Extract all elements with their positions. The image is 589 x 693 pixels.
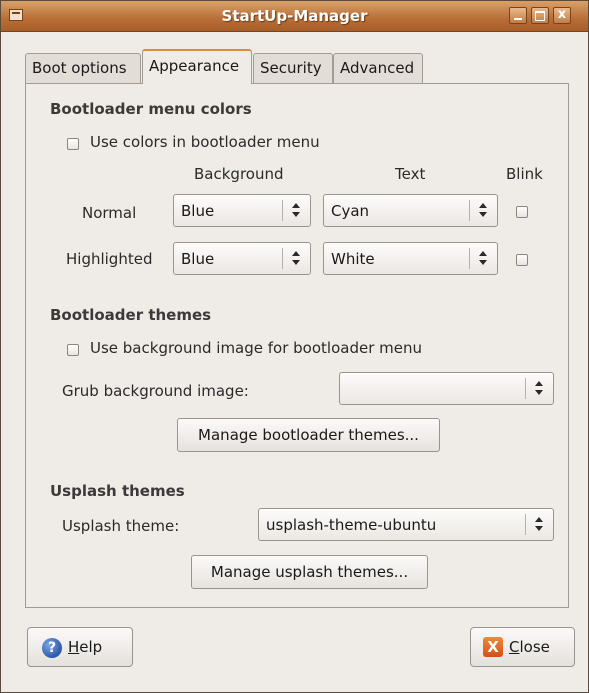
normal-text-combo[interactable]: Cyan (323, 194, 498, 227)
normal-background-value: Blue (181, 202, 215, 220)
startup-manager-window: StartUp-Manager x Boot options Appearanc… (0, 0, 589, 693)
minimize-button[interactable] (509, 7, 527, 24)
combo-arrows-icon (534, 515, 544, 535)
use-colors-checkbox[interactable] (67, 138, 79, 150)
grub-background-label: Grub background image: (62, 382, 249, 400)
bootloader-themes-heading: Bootloader themes (50, 306, 212, 324)
tab-appearance[interactable]: Appearance (142, 49, 252, 84)
row-highlighted-label: Highlighted (66, 250, 153, 268)
highlighted-text-combo[interactable]: White (323, 242, 498, 275)
column-blink-label: Blink (506, 165, 543, 183)
appearance-panel: Bootloader menu colors Use colors in boo… (25, 83, 569, 608)
close-icon: X (483, 637, 503, 657)
close-button[interactable]: X Close (470, 627, 575, 667)
title-bar[interactable]: StartUp-Manager x (1, 1, 588, 32)
highlighted-background-value: Blue (181, 250, 215, 268)
tab-security[interactable]: Security (253, 53, 333, 83)
column-background-label: Background (194, 165, 284, 183)
window-title: StartUp-Manager (221, 7, 368, 25)
use-background-label: Use background image for bootloader menu (90, 339, 422, 357)
combo-arrows-icon (291, 201, 301, 221)
use-colors-label: Use colors in bootloader menu (90, 133, 320, 151)
window-close-button[interactable]: x (553, 7, 571, 24)
usplash-theme-value: usplash-theme-ubuntu (266, 516, 437, 534)
manage-bootloader-themes-button[interactable]: Manage bootloader themes... (177, 418, 440, 452)
manage-usplash-themes-button[interactable]: Manage usplash themes... (191, 555, 428, 589)
maximize-button[interactable] (531, 7, 549, 24)
help-label: Help (68, 638, 103, 656)
help-icon: ? (42, 638, 62, 658)
window-close-icon: x (557, 7, 567, 22)
close-label: Close (509, 638, 550, 656)
combo-arrows-icon (291, 249, 301, 269)
combo-arrows-icon (478, 201, 488, 221)
use-background-checkbox[interactable] (67, 344, 79, 356)
normal-background-combo[interactable]: Blue (173, 194, 311, 227)
usplash-theme-combo[interactable]: usplash-theme-ubuntu (258, 508, 554, 541)
tab-boot-options[interactable]: Boot options (25, 53, 141, 83)
tab-advanced[interactable]: Advanced (333, 53, 423, 83)
help-button[interactable]: ? Help (27, 627, 133, 667)
usplash-themes-heading: Usplash themes (50, 482, 185, 500)
normal-blink-checkbox[interactable] (516, 206, 528, 218)
highlighted-blink-checkbox[interactable] (516, 254, 528, 266)
menu-colors-heading: Bootloader menu colors (50, 100, 252, 118)
combo-arrows-icon (478, 249, 488, 269)
usplash-theme-label: Usplash theme: (62, 517, 180, 535)
column-text-label: Text (395, 165, 426, 183)
row-normal-label: Normal (82, 204, 137, 222)
highlighted-text-value: White (331, 250, 375, 268)
combo-arrows-icon (534, 379, 544, 399)
grub-background-combo[interactable] (339, 372, 554, 405)
highlighted-background-combo[interactable]: Blue (173, 242, 311, 275)
normal-text-value: Cyan (331, 202, 370, 220)
